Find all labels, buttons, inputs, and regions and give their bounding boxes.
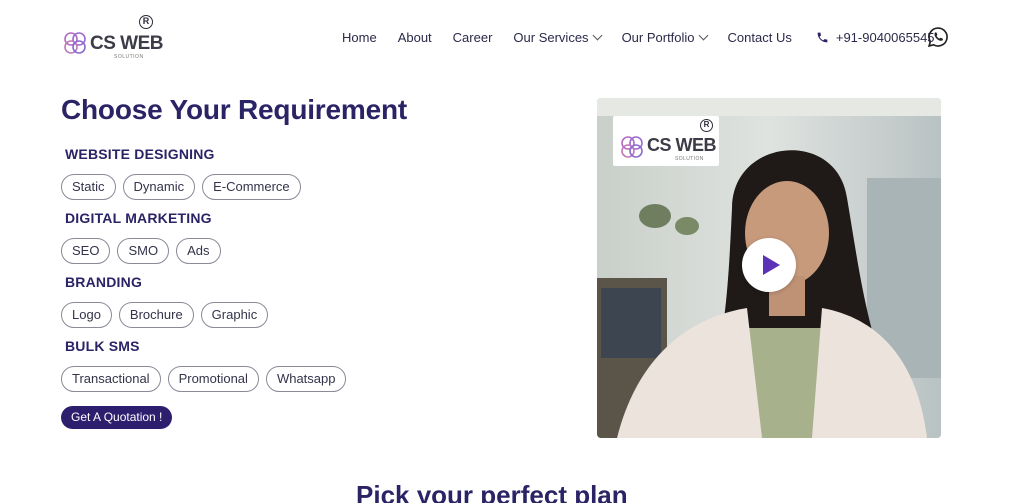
nav-about[interactable]: About [398,30,432,45]
phone-link[interactable]: +91-9040065545 [816,30,935,45]
nav-career-label: Career [452,30,493,45]
option-e-commerce[interactable]: E-Commerce [202,174,301,200]
chevron-down-icon [592,30,603,41]
nav-contact-us-label: Contact Us [727,30,792,45]
option-whatsapp[interactable]: Whatsapp [265,366,347,392]
video-logo: R CS WEB SOLUTION [613,116,719,166]
website-designing-options: Static Dynamic E-Commerce [61,174,308,200]
section-website-designing: WEBSITE DESIGNING [65,146,215,162]
logo-sub-text: SOLUTION [114,54,144,60]
option-seo[interactable]: SEO [61,238,111,264]
bulk-sms-options: Transactional Promotional Whatsapp [61,366,353,392]
option-ads[interactable]: Ads [176,238,221,264]
logo-sub-text: SOLUTION [675,156,704,162]
main-nav: Home About Career Our Services Our Portf… [342,30,935,45]
pricing-section-title: Pick your perfect plan [356,480,628,503]
logo-mark-icon [621,136,643,158]
section-heading: BULK SMS [65,338,140,354]
registered-mark: R [139,15,153,29]
phone-number: +91-9040065545 [835,30,935,45]
section-heading: WEBSITE DESIGNING [65,146,215,162]
nav-home[interactable]: Home [342,30,377,45]
nav-our-portfolio[interactable]: Our Portfolio [621,30,708,45]
section-digital-marketing: DIGITAL MARKETING [65,210,212,226]
nav-about-label: About [397,30,432,45]
play-icon [763,255,780,275]
phone-icon [817,32,828,43]
site-header: R CS WEB SOLUTION Home About Career Our … [0,0,1024,76]
section-branding: BRANDING [65,274,142,290]
registered-mark: R [700,119,713,132]
nav-career[interactable]: Career [453,30,493,45]
option-brochure[interactable]: Brochure [118,302,194,328]
page-title: Choose Your Requirement [61,94,407,125]
option-promotional[interactable]: Promotional [167,366,259,392]
logo-mark-icon [64,32,86,54]
option-dynamic[interactable]: Dynamic [122,174,196,200]
intro-video[interactable]: R CS WEB SOLUTION [597,98,941,438]
option-static[interactable]: Static [61,174,116,200]
nav-our-portfolio-label: Our Portfolio [621,30,695,45]
whatsapp-icon[interactable] [927,26,949,48]
option-transactional[interactable]: Transactional [61,366,161,392]
chevron-down-icon [698,30,708,41]
logo-brand-text: CS WEB [647,135,717,155]
option-smo[interactable]: SMO [117,238,170,264]
digital-marketing-options: SEO SMO Ads [61,238,228,264]
option-graphic[interactable]: Graphic [200,302,269,328]
get-quotation-button[interactable]: Get A Quotation ! [61,406,173,429]
nav-contact-us[interactable]: Contact Us [728,30,792,45]
nav-our-services[interactable]: Our Services [513,30,603,45]
section-bulk-sms: BULK SMS [65,338,140,354]
logo-brand-text: CS WEB [90,33,164,54]
option-logo[interactable]: Logo [61,302,112,328]
branding-options: Logo Brochure Graphic [61,302,275,328]
section-heading: BRANDING [65,274,143,290]
site-logo[interactable]: R CS WEB SOLUTION [62,15,164,62]
play-button[interactable] [742,238,796,292]
section-heading: DIGITAL MARKETING [65,210,212,226]
nav-home-label: Home [342,30,377,45]
nav-our-services-label: Our Services [513,30,589,45]
